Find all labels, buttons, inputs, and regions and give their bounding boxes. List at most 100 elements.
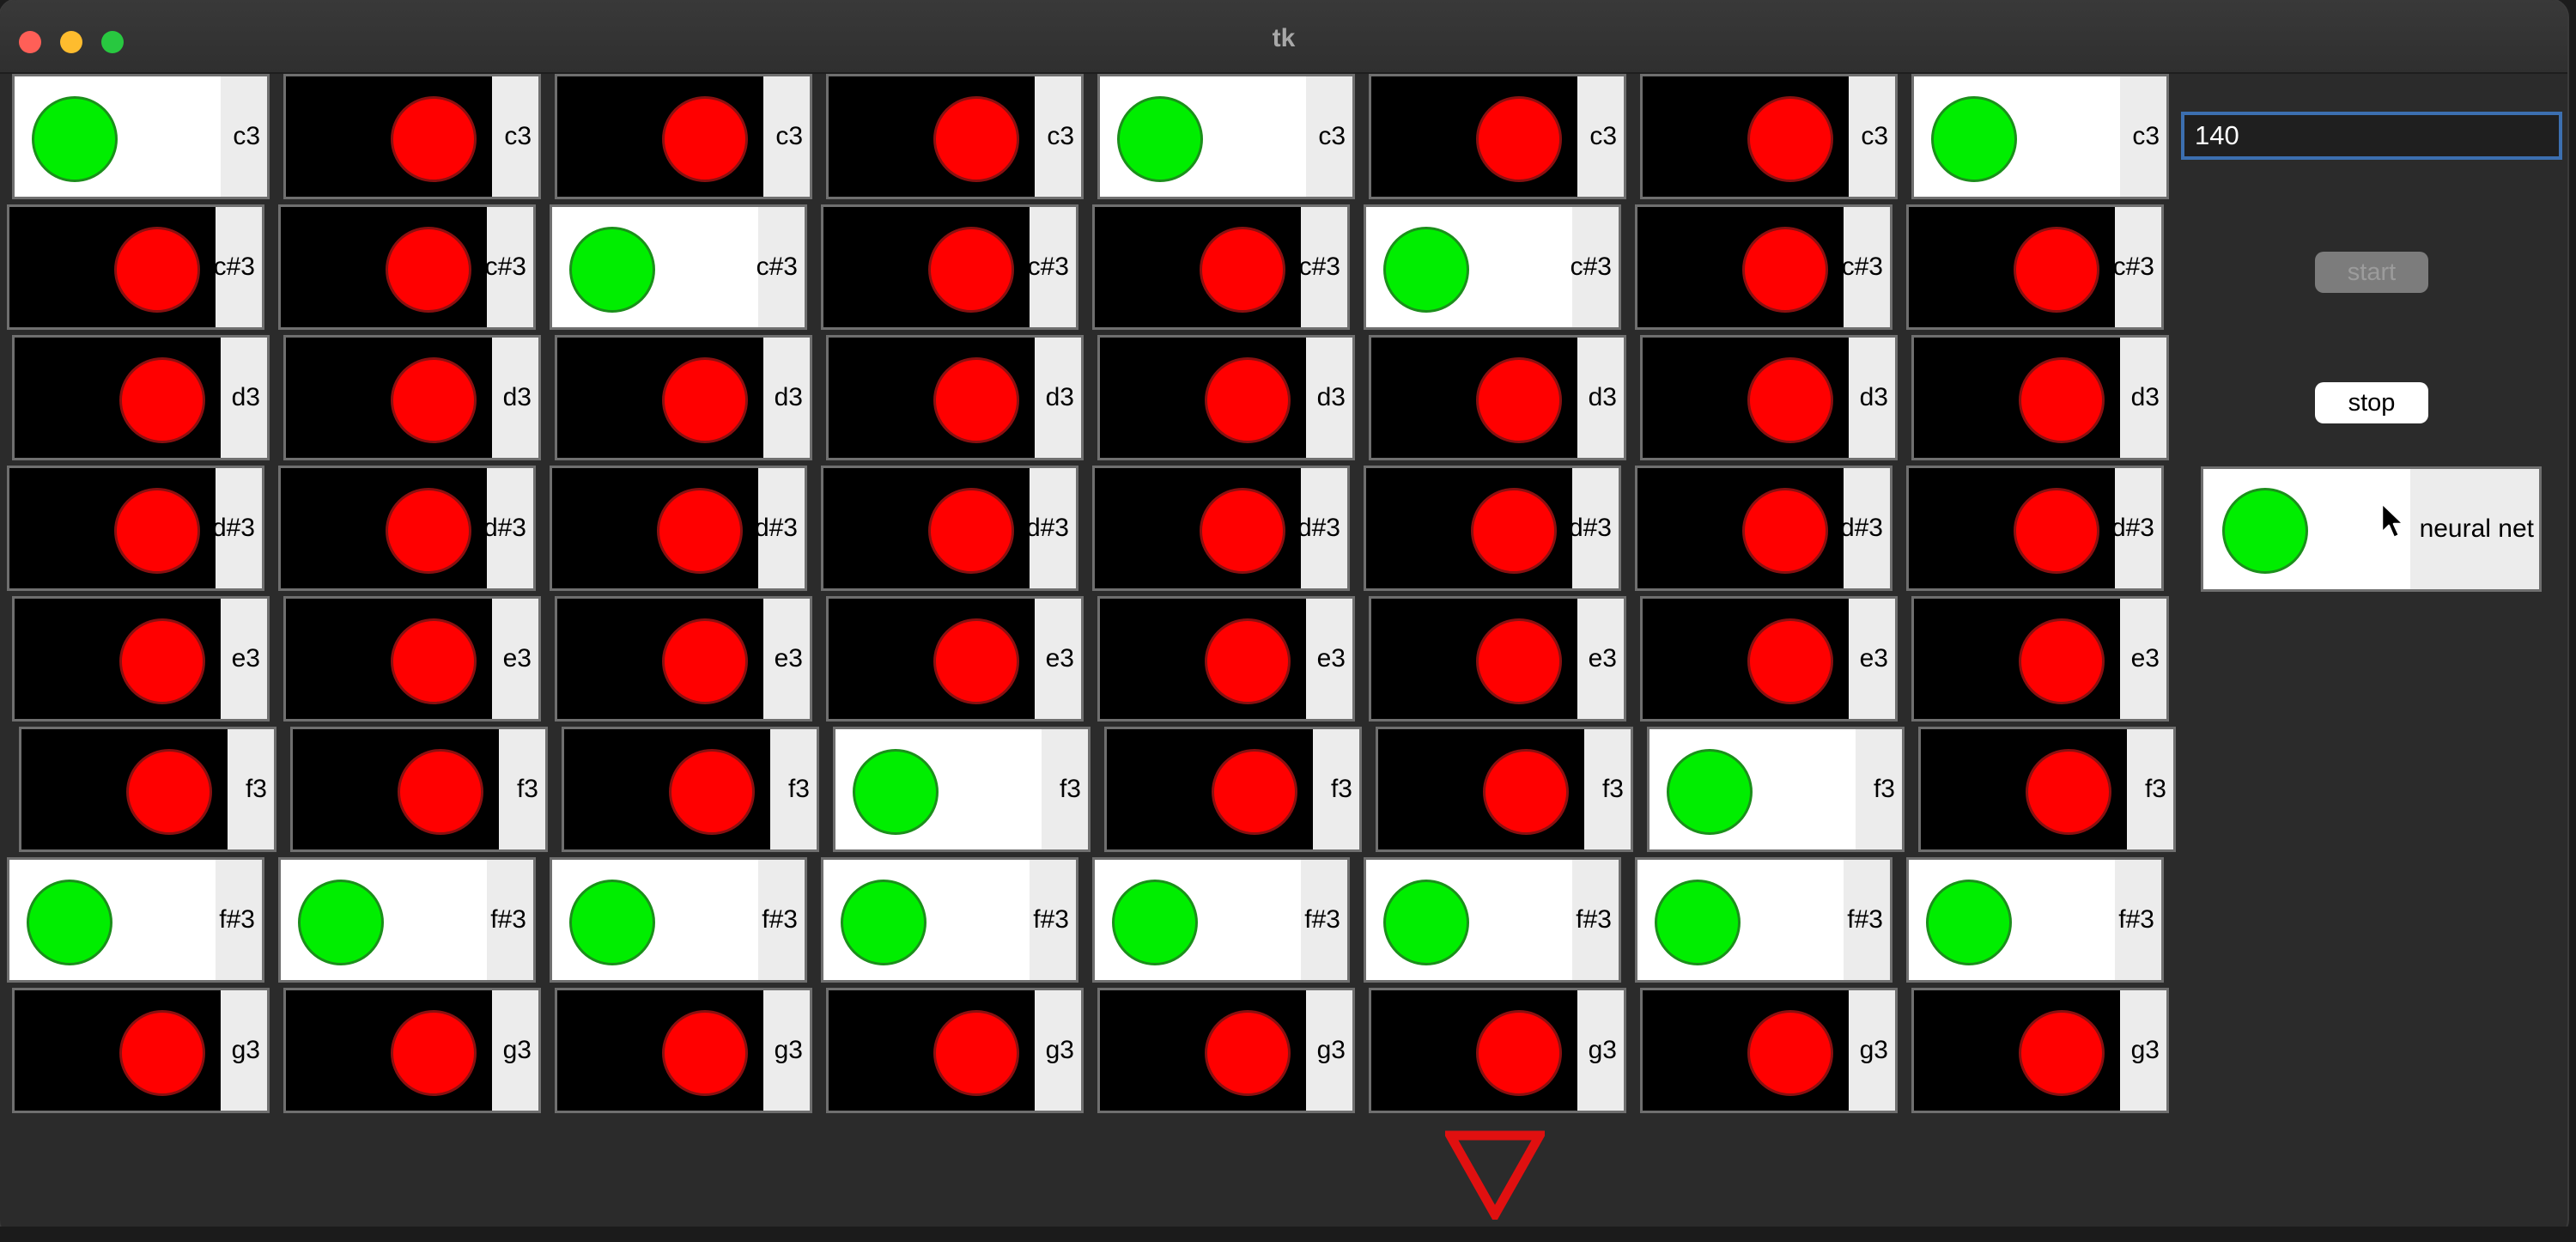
note-cell[interactable]: d3 — [1369, 335, 1626, 460]
note-cell[interactable]: d3 — [1097, 335, 1355, 460]
background-strip — [0, 1227, 2576, 1242]
note-cell[interactable]: g3 — [1911, 988, 2169, 1113]
note-cell[interactable]: d#3 — [278, 466, 536, 591]
note-cell[interactable]: g3 — [283, 988, 541, 1113]
note-off-indicator-icon — [1742, 227, 1828, 313]
note-off-indicator-icon — [928, 488, 1014, 574]
note-cell[interactable]: f3 — [19, 727, 276, 852]
note-cell[interactable]: d3 — [1640, 335, 1898, 460]
note-off-indicator-icon — [933, 96, 1019, 182]
note-cell[interactable]: d#3 — [1906, 466, 2164, 591]
note-label: f#3 — [762, 905, 798, 934]
note-cell[interactable]: c3 — [1369, 74, 1626, 199]
note-cell[interactable]: d#3 — [1364, 466, 1621, 591]
note-off-indicator-icon — [114, 488, 200, 574]
note-cell[interactable]: f#3 — [1906, 857, 2164, 983]
note-off-indicator-icon — [1747, 96, 1833, 182]
note-cell[interactable]: c#3 — [1906, 204, 2164, 330]
note-cell[interactable]: f3 — [1918, 727, 2176, 852]
note-label: c3 — [1861, 122, 1888, 150]
note-label: c#3 — [213, 253, 255, 281]
note-label: e3 — [231, 644, 260, 673]
note-cell[interactable]: e3 — [1640, 596, 1898, 721]
note-cell[interactable]: g3 — [555, 988, 812, 1113]
note-cell[interactable]: c#3 — [1364, 204, 1621, 330]
note-cell[interactable]: e3 — [555, 596, 812, 721]
start-button[interactable]: start — [2315, 252, 2428, 293]
note-cell[interactable]: d#3 — [1092, 466, 1350, 591]
note-cell[interactable]: f3 — [562, 727, 819, 852]
note-cell[interactable]: f#3 — [821, 857, 1078, 983]
note-off-indicator-icon — [398, 749, 483, 835]
note-cell[interactable]: f3 — [1104, 727, 1362, 852]
note-cell[interactable]: d#3 — [7, 466, 264, 591]
note-cell[interactable]: g3 — [1640, 988, 1898, 1113]
note-cell[interactable]: e3 — [12, 596, 270, 721]
note-cell[interactable]: d3 — [1911, 335, 2169, 460]
note-label: d3 — [774, 383, 803, 411]
note-cell[interactable]: c#3 — [7, 204, 264, 330]
note-cell[interactable]: e3 — [283, 596, 541, 721]
note-cell[interactable]: c3 — [826, 74, 1084, 199]
note-cell[interactable]: f#3 — [278, 857, 536, 983]
note-cell[interactable]: c3 — [555, 74, 812, 199]
note-cell[interactable]: e3 — [1097, 596, 1355, 721]
note-cell[interactable]: c#3 — [278, 204, 536, 330]
stop-button[interactable]: stop — [2315, 382, 2428, 423]
note-cell[interactable]: f#3 — [550, 857, 807, 983]
note-cell[interactable]: f#3 — [7, 857, 264, 983]
note-off-indicator-icon — [933, 1010, 1019, 1096]
note-off-indicator-icon — [662, 357, 748, 443]
note-cell[interactable]: d3 — [283, 335, 541, 460]
note-cell[interactable]: e3 — [826, 596, 1084, 721]
note-cell[interactable]: c3 — [1640, 74, 1898, 199]
note-label: e3 — [1316, 644, 1346, 673]
note-off-indicator-icon — [1476, 618, 1562, 704]
title-bar[interactable]: tk — [0, 0, 2567, 74]
note-cell[interactable]: g3 — [12, 988, 270, 1113]
note-cell[interactable]: c#3 — [821, 204, 1078, 330]
note-label: d#3 — [754, 514, 798, 542]
note-cell[interactable]: f#3 — [1635, 857, 1893, 983]
note-cell[interactable]: e3 — [1369, 596, 1626, 721]
note-cell[interactable]: c3 — [1097, 74, 1355, 199]
note-cell[interactable]: e3 — [1911, 596, 2169, 721]
note-cell[interactable]: f#3 — [1364, 857, 1621, 983]
note-cell[interactable]: d3 — [555, 335, 812, 460]
note-cell[interactable]: c#3 — [550, 204, 807, 330]
note-label: c#3 — [756, 253, 798, 281]
note-cell[interactable]: d3 — [826, 335, 1084, 460]
note-cell[interactable]: c3 — [1911, 74, 2169, 199]
note-label: e3 — [1588, 644, 1617, 673]
note-label: d#3 — [1297, 514, 1340, 542]
neural-net-toggle[interactable]: neural net — [2201, 466, 2542, 592]
note-cell[interactable]: f#3 — [1092, 857, 1350, 983]
note-cell[interactable]: g3 — [1369, 988, 1626, 1113]
note-off-indicator-icon — [1200, 227, 1285, 313]
note-label: d3 — [1045, 383, 1074, 411]
note-on-indicator-icon — [1383, 227, 1469, 313]
note-on-indicator-icon — [1926, 880, 2012, 965]
note-cell[interactable]: d3 — [12, 335, 270, 460]
note-off-indicator-icon — [391, 357, 477, 443]
note-cell[interactable]: f3 — [290, 727, 548, 852]
note-cell[interactable]: f3 — [833, 727, 1091, 852]
note-cell[interactable]: f3 — [1376, 727, 1633, 852]
note-off-indicator-icon — [386, 488, 471, 574]
note-label: g3 — [231, 1036, 260, 1064]
note-label: d3 — [231, 383, 260, 411]
note-label: c#3 — [1027, 253, 1069, 281]
note-cell[interactable]: c#3 — [1635, 204, 1893, 330]
note-cell[interactable]: g3 — [826, 988, 1084, 1113]
note-cell[interactable]: f3 — [1647, 727, 1905, 852]
note-cell[interactable]: g3 — [1097, 988, 1355, 1113]
tempo-input[interactable] — [2181, 112, 2562, 160]
note-cell[interactable]: c#3 — [1092, 204, 1350, 330]
note-cell[interactable]: d#3 — [821, 466, 1078, 591]
note-off-indicator-icon — [2014, 227, 2099, 313]
note-cell[interactable]: d#3 — [550, 466, 807, 591]
note-cell[interactable]: c3 — [12, 74, 270, 199]
note-cell[interactable]: c3 — [283, 74, 541, 199]
note-label: g3 — [774, 1036, 803, 1064]
note-cell[interactable]: d#3 — [1635, 466, 1893, 591]
